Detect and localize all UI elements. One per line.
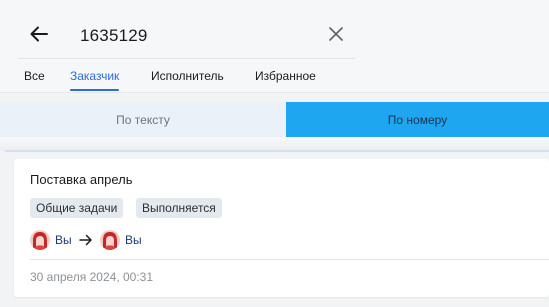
back-button[interactable] — [28, 23, 50, 45]
clear-search-button[interactable] — [327, 25, 345, 43]
arrow-left-icon — [30, 26, 48, 42]
tabs-divider — [0, 92, 549, 93]
avatar-icon — [100, 230, 120, 250]
task-date: 30 апреля 2024, 00:31 — [30, 270, 154, 284]
tab-customer[interactable]: Заказчик — [70, 69, 120, 91]
task-participants: Вы Вы — [30, 230, 230, 252]
search-mode-segment: По тексту По номеру — [0, 102, 549, 137]
search-underline — [18, 58, 355, 59]
segment-by-number[interactable]: По номеру — [286, 102, 549, 137]
tab-favorites[interactable]: Избранное — [255, 69, 316, 91]
status-badge: Выполняется — [136, 198, 222, 218]
results-divider — [5, 150, 549, 152]
segment-by-text[interactable]: По тексту — [0, 102, 286, 137]
filter-tabs: Все Заказчик Исполнитель Избранное — [0, 69, 549, 91]
search-input[interactable]: 1635129 — [80, 26, 148, 46]
tab-all[interactable]: Все — [24, 69, 45, 91]
search-header: 1635129 Все Заказчик Исполнитель Избранн… — [0, 0, 549, 92]
segment-shadow — [0, 137, 549, 151]
task-card[interactable]: Поставка апрель Общие задачи Выполняется… — [14, 159, 549, 297]
tab-executor[interactable]: Исполнитель — [151, 69, 224, 91]
card-divider — [30, 259, 549, 260]
task-title: Поставка апрель — [30, 172, 133, 187]
close-icon — [329, 27, 343, 41]
from-user-label: Вы — [55, 233, 72, 247]
to-user-label: Вы — [125, 233, 142, 247]
avatar-icon — [30, 230, 50, 250]
category-badge: Общие задачи — [30, 198, 124, 218]
arrow-right-icon — [79, 234, 92, 246]
